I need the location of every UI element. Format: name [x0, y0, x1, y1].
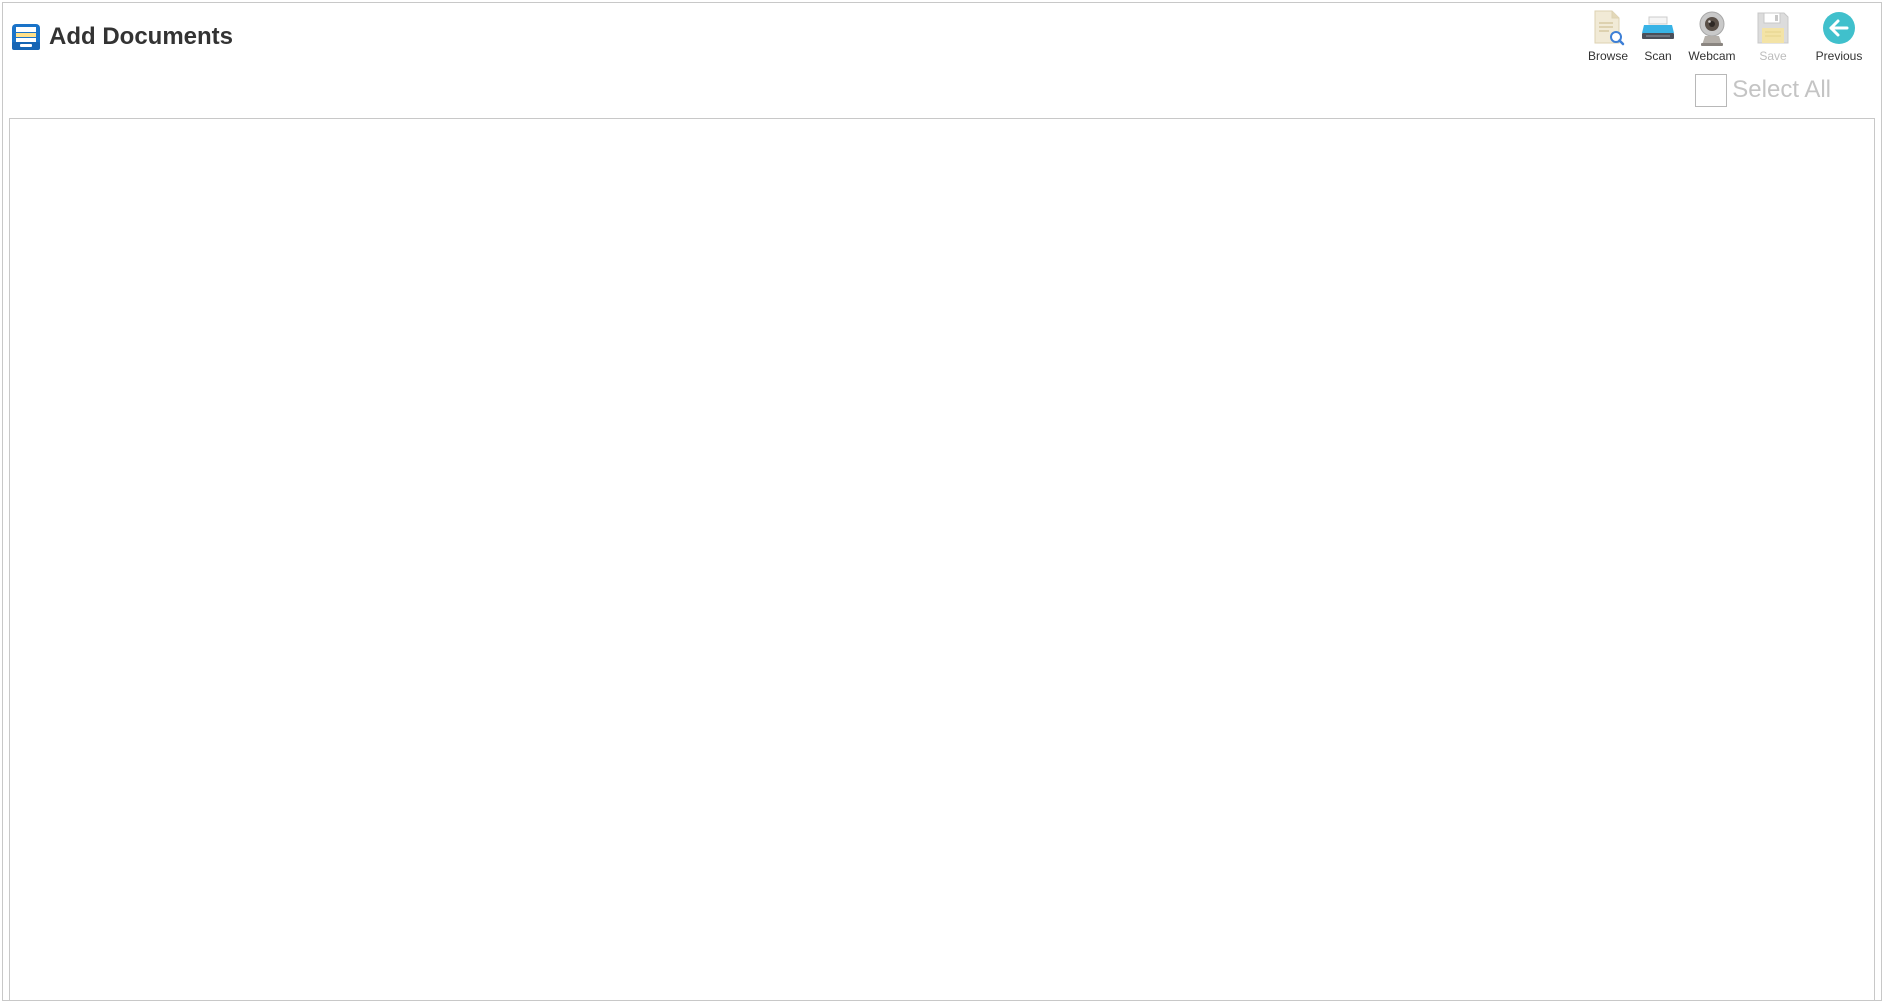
previous-button[interactable]: Previous — [1807, 8, 1871, 63]
select-all-checkbox[interactable] — [1695, 73, 1728, 107]
webcam-label: Webcam — [1688, 49, 1736, 63]
scan-label: Scan — [1644, 49, 1672, 63]
scanner-icon — [1642, 16, 1674, 39]
document-tray-icon — [12, 24, 40, 50]
page-title: Add Documents — [49, 23, 234, 50]
browse-document-icon — [1594, 10, 1625, 46]
select-all-label[interactable]: Select All — [1732, 72, 1831, 108]
documents-list-area[interactable] — [9, 118, 1875, 1001]
floppy-disk-icon — [1757, 12, 1789, 44]
select-all-control: Select All — [1695, 72, 1831, 108]
save-label: Save — [1759, 49, 1787, 63]
page-header: Add Documents — [9, 20, 233, 54]
toolbar: Browse Scan Webcam Save Previous — [1579, 8, 1871, 66]
add-documents-window: Add Documents Browse Scan Webcam Save Pr… — [2, 2, 1882, 1001]
browse-button[interactable]: Browse — [1585, 8, 1631, 63]
previous-label: Previous — [1815, 49, 1863, 63]
browse-label: Browse — [1587, 49, 1628, 63]
save-button[interactable]: Save — [1745, 8, 1801, 63]
arrow-left-circle-icon — [1823, 12, 1855, 44]
webcam-icon — [1699, 11, 1725, 46]
scan-button[interactable]: Scan — [1637, 8, 1679, 63]
webcam-button[interactable]: Webcam — [1685, 8, 1739, 63]
